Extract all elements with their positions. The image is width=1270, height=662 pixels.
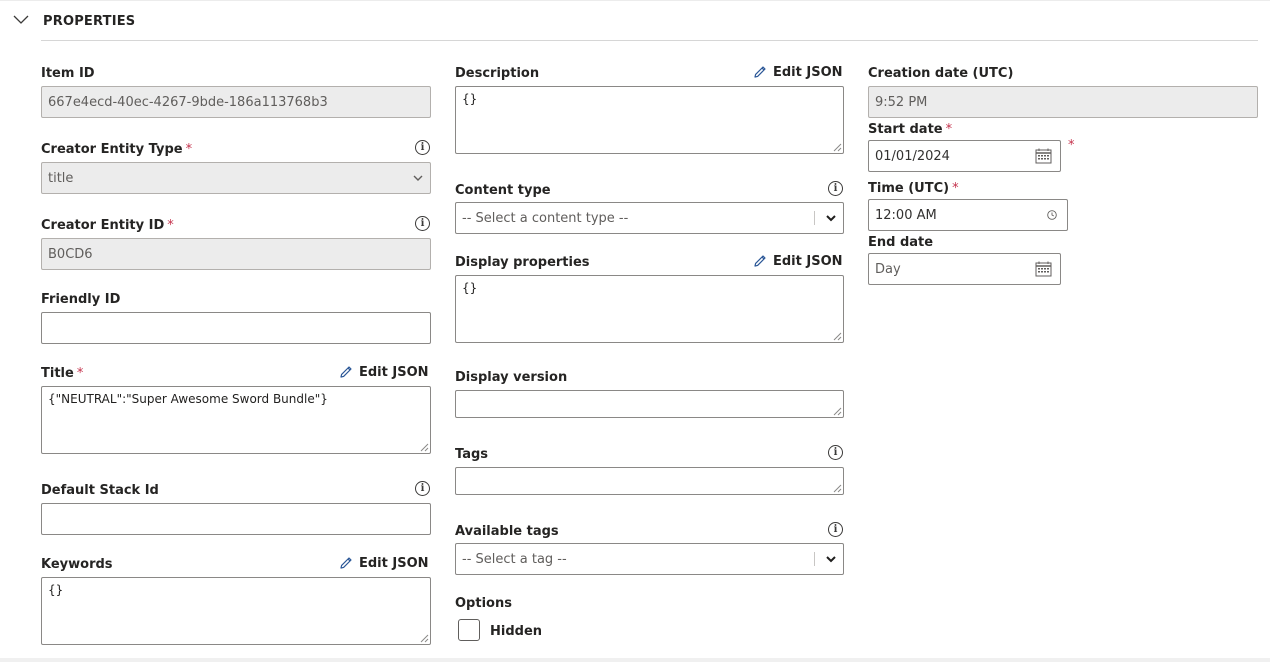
end-date-placeholder: Day bbox=[875, 261, 901, 277]
section-title: PROPERTIES bbox=[43, 14, 136, 29]
title-textarea[interactable]: {"NEUTRAL":"Super Awesome Sword Bundle"} bbox=[41, 386, 431, 454]
resize-grip-icon[interactable] bbox=[420, 634, 429, 643]
hidden-checkbox[interactable] bbox=[458, 619, 480, 641]
title-label: Title * bbox=[41, 366, 84, 381]
display-version-label: Display version bbox=[455, 370, 568, 385]
tags-label: Tags bbox=[455, 447, 489, 462]
select-divider bbox=[814, 211, 815, 225]
content-type-label: Content type bbox=[455, 183, 551, 198]
select-divider bbox=[814, 552, 815, 566]
time-input[interactable]: 12:00 AM bbox=[868, 199, 1068, 231]
friendly-id-label: Friendly ID bbox=[41, 292, 121, 307]
end-date-input[interactable]: Day bbox=[868, 253, 1061, 285]
info-icon[interactable]: i bbox=[415, 481, 430, 496]
pencil-icon bbox=[754, 255, 766, 267]
display-properties-textarea[interactable]: {} bbox=[455, 275, 844, 343]
keywords-value: {} bbox=[48, 583, 64, 597]
tags-input[interactable] bbox=[455, 467, 844, 495]
chevron-down-icon[interactable] bbox=[825, 212, 837, 224]
required-marker: * bbox=[945, 122, 953, 137]
time-label: Time (UTC) * bbox=[868, 181, 959, 196]
display-version-input[interactable] bbox=[455, 390, 844, 418]
creator-entity-id-value: B0CD6 bbox=[48, 246, 93, 262]
hidden-checkbox-label[interactable]: Hidden bbox=[490, 624, 542, 640]
available-tags-placeholder: -- Select a tag -- bbox=[462, 551, 567, 567]
default-stack-id-label: Default Stack Id bbox=[41, 483, 159, 498]
item-id-field[interactable]: 667e4ecd-40ec-4267-9bde-186a113768b3 bbox=[41, 86, 431, 118]
available-tags-select[interactable]: -- Select a tag -- bbox=[455, 543, 844, 575]
properties-header[interactable]: PROPERTIES bbox=[0, 0, 1270, 42]
chevron-down-icon[interactable] bbox=[12, 11, 30, 29]
content-type-select[interactable]: -- Select a content type -- bbox=[455, 202, 844, 234]
description-textarea[interactable]: {} bbox=[455, 86, 844, 154]
start-date-value: 01/01/2024 bbox=[875, 148, 950, 164]
friendly-id-input[interactable] bbox=[41, 312, 431, 344]
available-tags-label: Available tags bbox=[455, 524, 559, 539]
info-icon[interactable]: i bbox=[828, 181, 843, 196]
display-properties-label: Display properties bbox=[455, 255, 590, 270]
resize-grip-icon[interactable] bbox=[420, 443, 429, 452]
creator-entity-type-value: title bbox=[48, 170, 74, 186]
display-properties-value: {} bbox=[462, 281, 478, 295]
item-id-label: Item ID bbox=[41, 66, 95, 81]
creator-entity-type-select[interactable]: title bbox=[41, 162, 431, 194]
creation-date-value: 9:52 PM bbox=[875, 94, 928, 110]
resize-grip-icon[interactable] bbox=[833, 143, 842, 152]
calendar-icon[interactable] bbox=[1035, 261, 1052, 277]
title-edit-json-button[interactable]: Edit JSON bbox=[338, 364, 429, 380]
description-value: {} bbox=[462, 92, 478, 106]
description-edit-json-button[interactable]: Edit JSON bbox=[752, 64, 843, 80]
creator-entity-id-label: Creator Entity ID * bbox=[41, 218, 174, 233]
creator-entity-id-field[interactable]: B0CD6 bbox=[41, 238, 431, 270]
pencil-icon bbox=[340, 366, 352, 378]
creation-date-field[interactable]: 9:52 PM bbox=[868, 86, 1258, 118]
info-icon[interactable]: i bbox=[828, 445, 843, 460]
header-divider bbox=[41, 40, 1258, 41]
creation-date-label: Creation date (UTC) bbox=[868, 66, 1014, 81]
start-date-input[interactable]: 01/01/2024 bbox=[868, 140, 1061, 172]
resize-grip-icon[interactable] bbox=[833, 484, 842, 493]
required-marker: * bbox=[185, 142, 193, 157]
info-icon[interactable]: i bbox=[415, 216, 430, 231]
required-marker: * bbox=[952, 181, 959, 196]
time-value: 12:00 AM bbox=[875, 207, 937, 223]
display-properties-edit-json-button[interactable]: Edit JSON bbox=[752, 253, 843, 269]
pencil-icon bbox=[340, 557, 352, 569]
resize-grip-icon[interactable] bbox=[833, 407, 842, 416]
required-marker: * bbox=[1068, 138, 1075, 153]
chevron-down-icon[interactable] bbox=[825, 553, 837, 565]
default-stack-id-input[interactable] bbox=[41, 503, 431, 535]
keywords-textarea[interactable]: {} bbox=[41, 577, 431, 645]
description-label: Description bbox=[455, 66, 540, 81]
start-date-label: Start date * bbox=[868, 122, 953, 137]
keywords-label: Keywords bbox=[41, 557, 113, 572]
keywords-edit-json-button[interactable]: Edit JSON bbox=[338, 555, 429, 571]
resize-grip-icon[interactable] bbox=[833, 332, 842, 341]
bottom-border bbox=[0, 658, 1270, 662]
item-id-value: 667e4ecd-40ec-4267-9bde-186a113768b3 bbox=[48, 94, 328, 110]
info-icon[interactable]: i bbox=[828, 522, 843, 537]
required-marker: * bbox=[167, 218, 174, 233]
required-marker: * bbox=[76, 366, 84, 381]
calendar-icon[interactable] bbox=[1035, 148, 1052, 164]
clock-icon[interactable] bbox=[1047, 210, 1057, 220]
pencil-icon bbox=[754, 66, 766, 78]
title-value: {"NEUTRAL":"Super Awesome Sword Bundle"} bbox=[48, 392, 328, 406]
creator-entity-type-label: Creator Entity Type * bbox=[41, 142, 193, 157]
content-type-placeholder: -- Select a content type -- bbox=[462, 210, 629, 226]
chevron-down-icon bbox=[413, 175, 423, 181]
end-date-label: End date bbox=[868, 235, 934, 250]
info-icon[interactable]: i bbox=[415, 140, 430, 155]
options-label: Options bbox=[455, 596, 512, 611]
